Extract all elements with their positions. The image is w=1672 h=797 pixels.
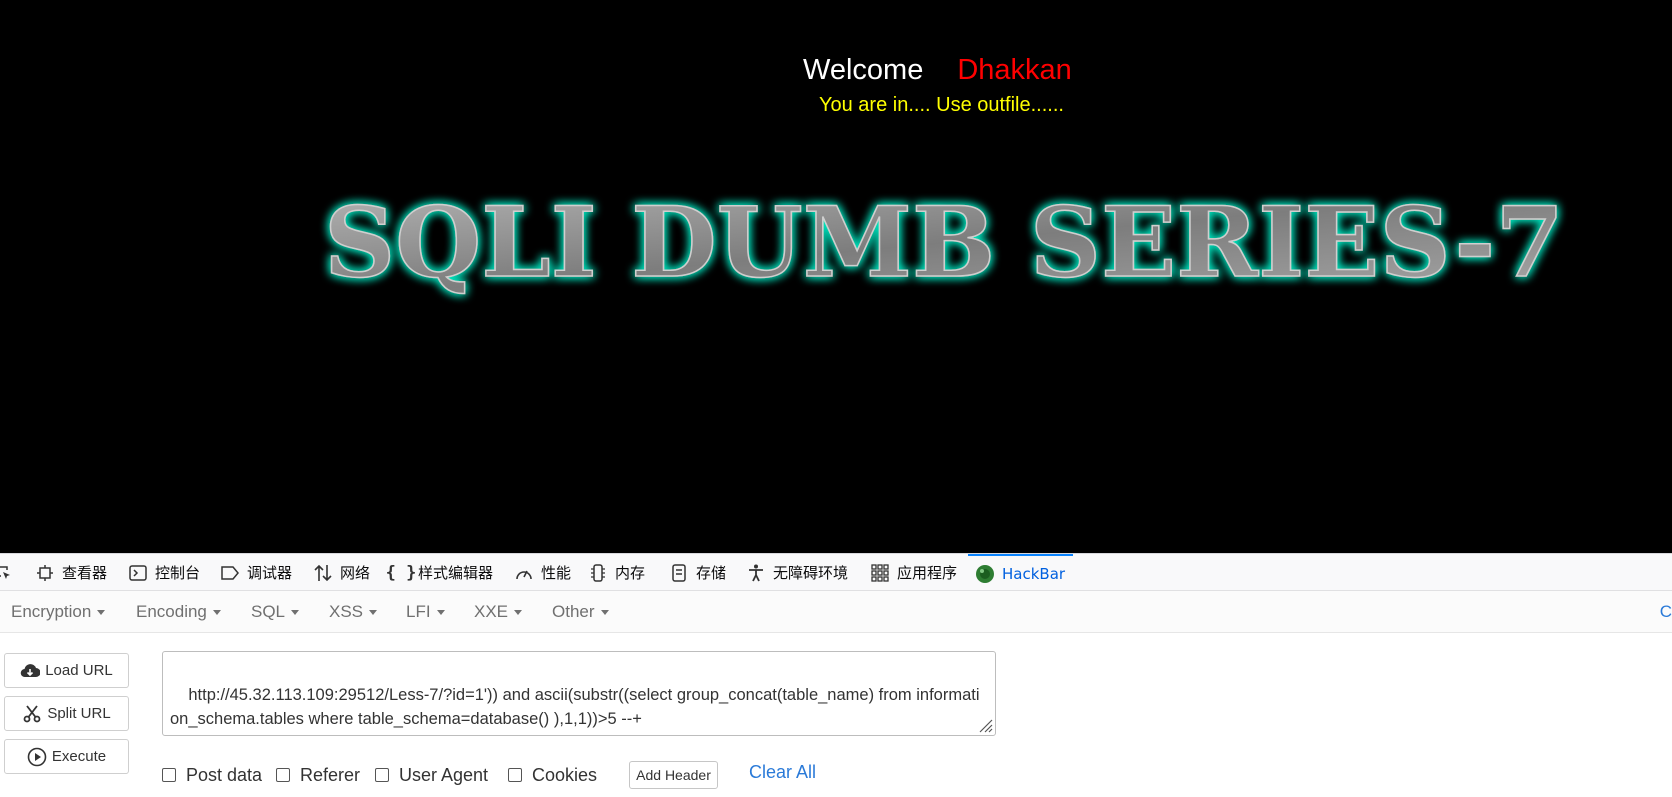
tab-storage[interactable]: 存储 (668, 554, 726, 591)
tab-memory[interactable]: 内存 (587, 554, 645, 591)
memory-icon (587, 563, 609, 583)
chevron-down-icon (291, 609, 300, 615)
storage-icon (668, 563, 690, 583)
cloud-download-icon (20, 661, 41, 681)
url-textarea[interactable]: http://45.32.113.109:29512/Less-7/?id=1'… (162, 651, 996, 736)
split-url-button[interactable]: Split URL (4, 696, 129, 731)
post-data-option[interactable]: Post data (162, 764, 262, 786)
performance-icon (513, 563, 535, 583)
chevron-down-icon (97, 609, 106, 615)
tab-style-editor[interactable]: { } 样式编辑器 (385, 554, 493, 591)
application-icon (869, 563, 891, 583)
clear-all-link[interactable]: Clear All (749, 762, 816, 783)
menu-encryption[interactable]: Encryption (11, 591, 106, 633)
chevron-down-icon (369, 609, 378, 615)
banner-image: SQLI DUMB SERIES-7 (323, 185, 1565, 300)
status-message: You are in.... Use outfile...... (819, 94, 1064, 116)
debugger-icon (219, 563, 241, 583)
welcome-text: Welcome (803, 54, 924, 86)
tab-debugger[interactable]: 调试器 (219, 554, 292, 591)
network-icon (312, 563, 334, 583)
chevron-down-icon (436, 609, 445, 615)
menu-overflow-link[interactable]: C (1660, 591, 1672, 633)
user-agent-checkbox[interactable] (375, 768, 389, 782)
console-icon (127, 563, 149, 583)
chevron-down-icon (514, 609, 523, 615)
cookies-option[interactable]: Cookies (508, 764, 597, 786)
tab-performance[interactable]: 性能 (513, 554, 571, 591)
cookies-checkbox[interactable] (508, 768, 522, 782)
menu-xss[interactable]: XSS (329, 591, 378, 633)
tab-network[interactable]: 网络 (312, 554, 370, 591)
tab-console[interactable]: 控制台 (127, 554, 200, 591)
url-text: http://45.32.113.109:29512/Less-7/?id=1'… (170, 685, 980, 729)
devtools-tabbar: 查看器 控制台 调试器 网络 { } 样式编辑器 性能 内存 存储 无障碍环境 … (0, 553, 1672, 591)
load-url-button[interactable]: Load URL (4, 653, 129, 688)
referer-checkbox[interactable] (276, 768, 290, 782)
hackbar-menu: Encryption Encoding SQL XSS LFI XXE Othe… (0, 591, 1672, 633)
scissors-icon (22, 704, 42, 724)
tab-inspector[interactable]: 查看器 (34, 554, 107, 591)
devtools-panel: 查看器 控制台 调试器 网络 { } 样式编辑器 性能 内存 存储 无障碍环境 … (0, 553, 1672, 797)
menu-sql[interactable]: SQL (251, 591, 300, 633)
menu-encoding[interactable]: Encoding (136, 591, 221, 633)
tab-hackbar[interactable]: HackBar (968, 554, 1074, 591)
accessibility-icon (745, 563, 767, 583)
chevron-down-icon (600, 609, 609, 615)
menu-xxe[interactable]: XXE (474, 591, 523, 633)
menu-other[interactable]: Other (552, 591, 609, 633)
menu-lfi[interactable]: LFI (406, 591, 445, 633)
inspector-icon (34, 563, 56, 583)
banner-text: SQLI DUMB SERIES-7 (324, 186, 1564, 299)
hackbar-icon (974, 564, 996, 584)
user-agent-option[interactable]: User Agent (375, 764, 488, 786)
style-editor-icon: { } (385, 562, 417, 583)
tab-application[interactable]: 应用程序 (869, 554, 957, 591)
post-data-checkbox[interactable] (162, 768, 176, 782)
execute-button[interactable]: Execute (4, 739, 129, 774)
play-icon (27, 747, 47, 767)
welcome-line: Welcome Dhakkan (803, 54, 1072, 87)
referer-option[interactable]: Referer (276, 764, 360, 786)
page-viewport: Welcome Dhakkan You are in.... Use outfil… (0, 0, 1672, 553)
element-picker-icon[interactable] (0, 554, 12, 591)
tab-accessibility[interactable]: 无障碍环境 (745, 554, 848, 591)
username-text: Dhakkan (957, 54, 1072, 86)
add-header-button[interactable]: Add Header (629, 761, 718, 789)
chevron-down-icon (212, 609, 221, 615)
resize-grip-icon[interactable] (977, 717, 993, 733)
